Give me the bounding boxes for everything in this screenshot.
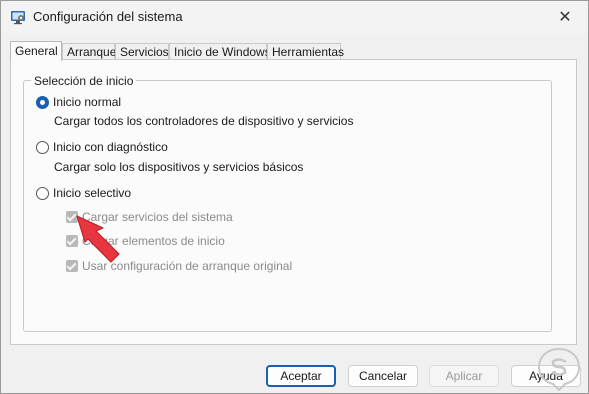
window-title: Configuración del sistema: [33, 9, 183, 24]
tab-arranque[interactable]: Arranque: [62, 43, 116, 60]
red-pointer-arrow-icon: [76, 215, 120, 263]
system-config-window: Configuración del sistema ✕ General Arra…: [0, 0, 589, 394]
msconfig-icon: [11, 11, 25, 25]
title-bar: Configuración del sistema ✕: [1, 1, 588, 33]
group-legend: Selección de inicio: [31, 74, 137, 88]
radio-button[interactable]: [36, 140, 49, 154]
apply-button: Aplicar: [429, 365, 499, 387]
radio-button[interactable]: [36, 186, 49, 200]
tab-servicios[interactable]: Servicios: [115, 43, 169, 60]
radio-inicio-diagnostico[interactable]: Inicio con diagnóstico: [36, 140, 168, 154]
cancel-button[interactable]: Cancelar: [348, 365, 418, 387]
radio-inicio-normal[interactable]: Inicio normal: [36, 95, 121, 109]
tab-herramientas[interactable]: Herramientas: [267, 43, 344, 60]
radio-label: Inicio con diagnóstico: [53, 140, 168, 154]
watermark-logo-icon: [537, 347, 581, 392]
tab-general[interactable]: General: [10, 41, 62, 61]
ok-button[interactable]: Aceptar: [266, 365, 336, 387]
close-icon: ✕: [558, 9, 572, 26]
close-button[interactable]: ✕: [542, 1, 588, 33]
radio-button-checked[interactable]: [36, 95, 49, 109]
option-description: Cargar todos los controladores de dispos…: [54, 114, 354, 128]
option-description: Cargar solo los dispositivos y servicios…: [54, 160, 304, 174]
radio-label: Inicio normal: [53, 95, 122, 109]
tab-inicio-de-windows[interactable]: Inicio de Windows: [169, 43, 271, 60]
